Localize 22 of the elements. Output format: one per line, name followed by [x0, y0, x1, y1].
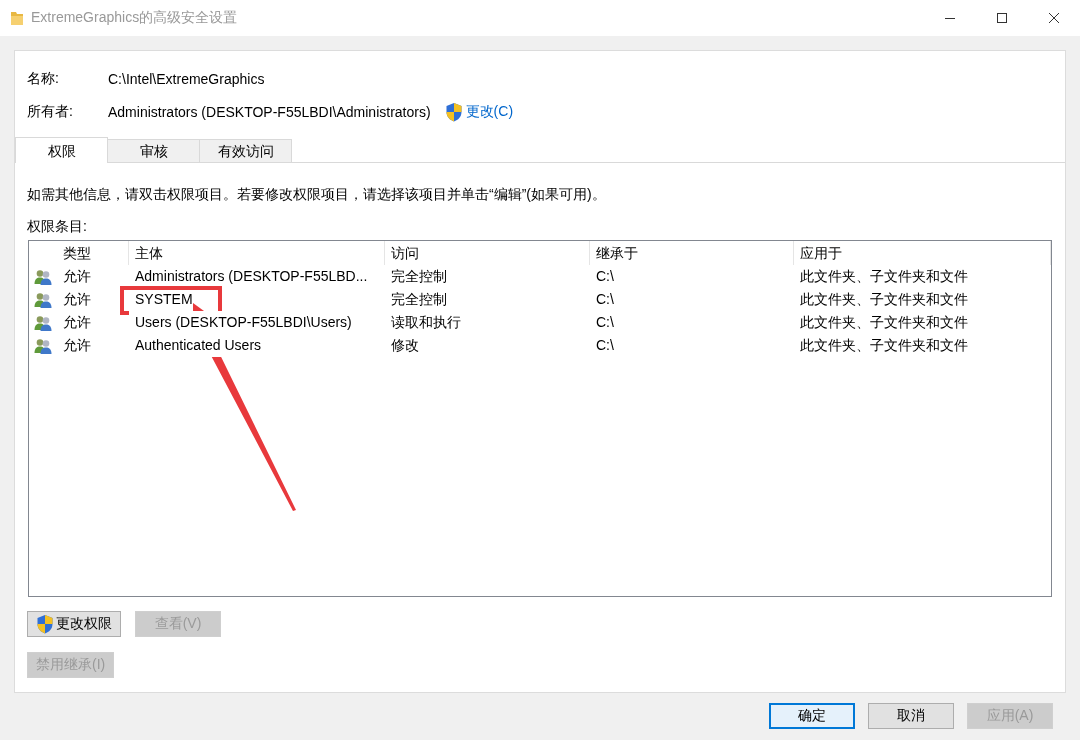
- tab[interactable]: 审核: [107, 139, 200, 162]
- field-value: C:\Intel\ExtremeGraphics: [108, 70, 265, 87]
- users-icon: [34, 337, 52, 354]
- dialog-button[interactable]: 取消: [868, 703, 954, 729]
- field-value: Administrators (DESKTOP-F55LBDI\Administrators): [108, 103, 431, 120]
- field-label: 所有者:: [27, 102, 74, 121]
- change-link[interactable]: 更改(C): [444, 101, 514, 122]
- users-icon: [34, 314, 52, 331]
- tab[interactable]: 权限: [15, 137, 108, 163]
- users-icon: [34, 291, 52, 308]
- shield-icon: [444, 101, 463, 122]
- table-cell: Users (DESKTOP-F55LBDI\Users): [129, 311, 352, 334]
- shield-icon: [36, 614, 54, 634]
- list-label: 权限条目:: [26, 217, 88, 236]
- info-text: 如需其他信息，请双击权限项目。若要修改权限项目，请选择该项目并单击“编辑”(如果可用)。: [26, 185, 607, 204]
- field-label: 名称:: [27, 69, 60, 88]
- tab[interactable]: 有效访问: [199, 139, 292, 162]
- action-button[interactable]: 更改权限: [27, 611, 121, 637]
- window-title: ExtremeGraphics的高级安全设置: [31, 9, 239, 27]
- users-icon: [34, 268, 52, 285]
- folder-icon: [11, 11, 23, 25]
- dialog-button[interactable]: 确定: [769, 703, 855, 729]
